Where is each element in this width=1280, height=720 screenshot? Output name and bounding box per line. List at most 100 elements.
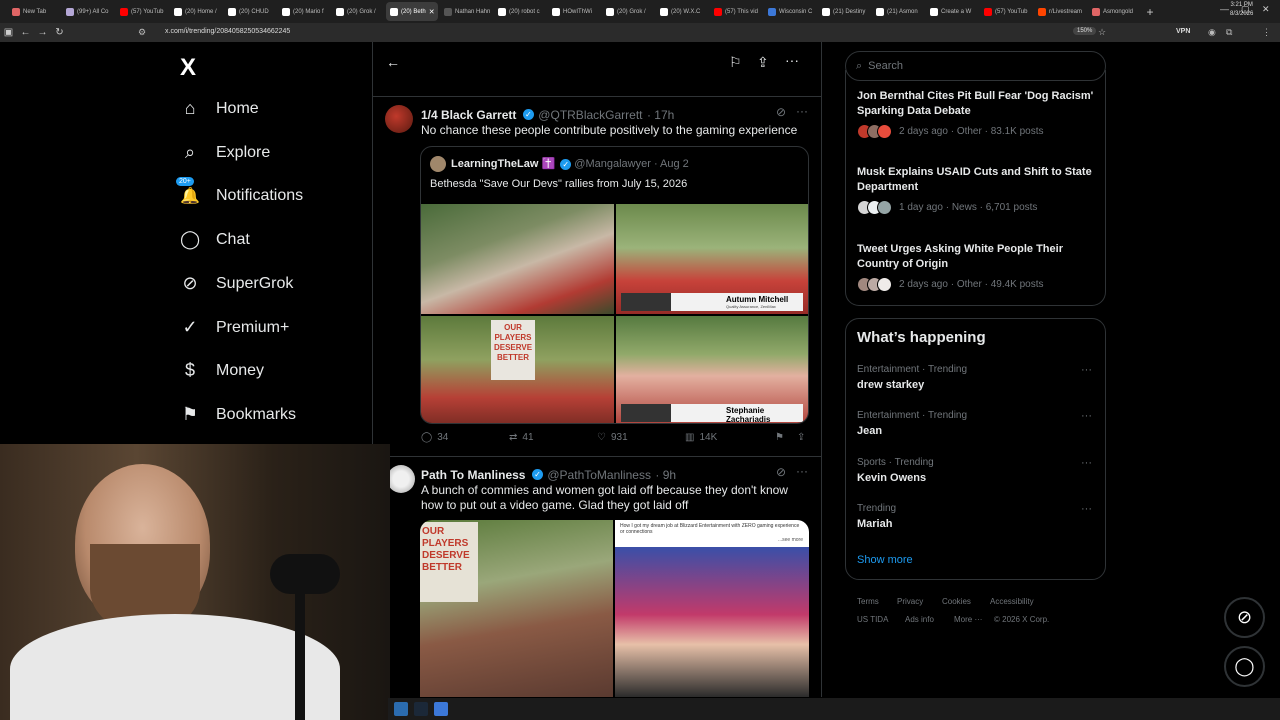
browser-tab[interactable]: (21) Asmon <box>872 2 924 21</box>
browser-tab[interactable]: (20) Grok / <box>602 2 654 21</box>
author-name[interactable]: 1/4 Black Garrett <box>421 108 516 122</box>
x-logo-icon[interactable]: X <box>180 54 196 82</box>
tab-close-icon[interactable]: ✕ <box>429 8 435 16</box>
share-icon[interactable]: ⇪ <box>757 54 769 71</box>
post-photo[interactable]: How I got my dream job at Blizzard Enter… <box>615 520 809 697</box>
browser-tab[interactable]: Nathan Hahn - <box>440 2 492 21</box>
avatar[interactable] <box>385 105 413 133</box>
browser-tab[interactable]: HOwIThWi <box>548 2 600 21</box>
avatar[interactable] <box>387 465 415 493</box>
minimize-icon[interactable]: — <box>1220 4 1229 14</box>
close-window-icon[interactable]: ✕ <box>1262 4 1270 15</box>
trend-name[interactable]: Jean <box>857 425 882 437</box>
footer-link[interactable]: Terms <box>857 597 879 606</box>
show-more-link[interactable]: Show more <box>857 554 913 566</box>
browser-tab[interactable]: Wisconsin C <box>764 2 816 21</box>
more-icon[interactable]: ··· <box>785 52 799 68</box>
steam-icon[interactable] <box>414 702 428 716</box>
chat-fab-icon[interactable]: ◯ <box>1224 646 1265 687</box>
browser-tab[interactable]: (20) CHUD <box>224 2 276 21</box>
news-item-title[interactable]: Musk Explains USAID Cuts and Shift to St… <box>857 165 1097 195</box>
browser-tab[interactable]: (20) W.X.C <box>656 2 708 21</box>
share-button[interactable]: ⇪ <box>797 432 805 443</box>
browser-tab[interactable]: Create a W <box>926 2 978 21</box>
grok-icon[interactable]: ⊘ <box>776 465 786 479</box>
nav-money[interactable]: $ Money <box>180 360 264 381</box>
nav-chat[interactable]: ◯ Chat <box>180 229 250 250</box>
see-more-link[interactable]: ...see more <box>778 537 803 543</box>
nav-bookmarks[interactable]: ⚑ Bookmarks <box>180 404 296 425</box>
report-flag-icon[interactable]: ⚐ <box>729 54 742 71</box>
app-icon[interactable] <box>434 702 448 716</box>
menu-icon[interactable]: ⋮ <box>1262 27 1271 38</box>
sidebar-toggle-icon[interactable]: ▣ <box>0 27 17 38</box>
author-handle[interactable]: @PathToManliness <box>547 468 651 482</box>
browser-tab[interactable]: (20) Mario f <box>278 2 330 21</box>
system-clock[interactable]: 3:21 PM 8/3/2026 <box>1230 1 1253 19</box>
news-item-title[interactable]: Jon Bernthal Cites Pit Bull Fear 'Dog Ra… <box>857 89 1097 119</box>
browser-tab[interactable]: (20) Beth ✕ <box>386 2 438 21</box>
post-photo[interactable]: OUR PLAYERS DESERVE BETTER <box>420 520 613 697</box>
rally-photo[interactable] <box>421 204 614 314</box>
zoom-badge[interactable]: 150% <box>1073 27 1097 35</box>
more-icon[interactable]: ··· <box>796 104 808 118</box>
app-icon[interactable] <box>394 702 408 716</box>
back-nav-icon[interactable]: ← <box>17 27 34 38</box>
bookmark-star-icon[interactable]: ☆ <box>1098 27 1106 38</box>
browser-tab[interactable]: (20) robot c <box>494 2 546 21</box>
nav-premium[interactable]: ✓ Premium+ <box>180 317 289 338</box>
rally-photo[interactable]: OUR PLAYERS DESERVE BETTER <box>421 316 614 423</box>
author-name[interactable]: Path To Manliness <box>421 468 525 482</box>
nav-home[interactable]: ⌂ Home <box>180 98 259 119</box>
url-field[interactable]: x.com/i/trending/2084058250534662245 <box>165 28 290 35</box>
quoted-post[interactable]: LearningTheLaw ✝️ ✓ @Mangalawyer · Aug 2… <box>420 146 809 424</box>
footer-link[interactable]: Ads info <box>905 615 934 624</box>
news-item-title[interactable]: Tweet Urges Asking White People Their Co… <box>857 242 1097 272</box>
like-button[interactable]: ♡ 931 <box>597 432 685 443</box>
more-icon[interactable]: ··· <box>1081 410 1092 422</box>
vpn-badge[interactable]: VPN <box>1176 28 1190 35</box>
browser-tab[interactable]: (21) Destiny <box>818 2 870 21</box>
nav-supergrok[interactable]: ⊘ SuperGrok <box>180 273 293 294</box>
post-time[interactable]: · 9h <box>655 468 676 482</box>
site-info-icon[interactable]: ⚙ <box>138 27 146 38</box>
more-icon[interactable]: ··· <box>796 464 808 478</box>
back-arrow-icon[interactable]: ← <box>386 54 400 70</box>
rally-photo[interactable]: Stephanie ZachariadisGame Writer and Des… <box>616 316 808 423</box>
repost-button[interactable]: ⇄ 41 <box>509 432 597 443</box>
nav-explore[interactable]: ⌕ Explore <box>180 142 270 163</box>
browser-tab[interactable]: (20) Grok / <box>332 2 384 21</box>
post-time[interactable]: · 17h <box>647 108 674 122</box>
more-icon[interactable]: ··· <box>1081 503 1092 515</box>
trend-name[interactable]: drew starkey <box>857 379 924 391</box>
browser-tab[interactable]: (57) This vid <box>710 2 762 21</box>
profile-icon[interactable]: ◉ <box>1208 27 1216 38</box>
browser-tab[interactable]: (57) YouTub <box>116 2 168 21</box>
browser-tab[interactable]: r/Livestream <box>1034 2 1086 21</box>
bookmark-button[interactable]: ⚑ <box>775 432 797 443</box>
nav-notifications[interactable]: 🔔 20+ Notifications <box>176 177 303 206</box>
trend-name[interactable]: Kevin Owens <box>857 472 926 484</box>
new-tab-button[interactable]: + <box>1142 5 1158 19</box>
reload-icon[interactable]: ↻ <box>51 27 68 38</box>
browser-tab[interactable]: Asmongold <box>1088 2 1140 21</box>
forward-nav-icon[interactable]: → <box>34 27 51 38</box>
trend-name[interactable]: Mariah <box>857 518 892 530</box>
reply-button[interactable]: ◯ 34 <box>421 432 509 443</box>
browser-tab[interactable]: New Tab <box>8 2 60 21</box>
more-icon[interactable]: ··· <box>1081 457 1092 469</box>
footer-link[interactable]: Cookies <box>942 597 971 606</box>
extensions-icon[interactable]: ⧉ <box>1226 27 1232 38</box>
rally-photo[interactable]: Autumn Mitchell Quality Assurance, ZeniMa… <box>616 204 808 314</box>
grok-icon[interactable]: ⊘ <box>776 105 786 119</box>
footer-link[interactable]: Accessibility <box>990 597 1034 606</box>
more-icon[interactable]: ··· <box>1081 364 1092 376</box>
browser-tab[interactable]: (57) YouTub <box>980 2 1032 21</box>
footer-link[interactable]: Privacy <box>897 597 923 606</box>
grok-fab-icon[interactable]: ⊘ <box>1224 597 1265 638</box>
views-button[interactable]: ▥ 14K <box>685 432 775 443</box>
browser-tab[interactable]: (99+) All Co <box>62 2 114 21</box>
author-handle[interactable]: @QTRBlackGarrett <box>538 108 642 122</box>
footer-link[interactable]: More ··· <box>954 615 982 624</box>
browser-tab[interactable]: (20) Home / <box>170 2 222 21</box>
